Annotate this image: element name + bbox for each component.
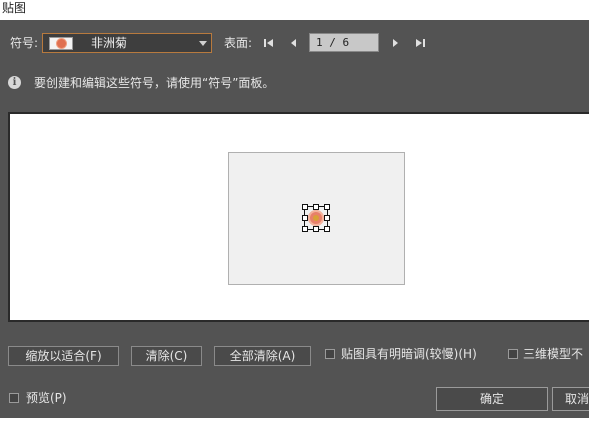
symbol-selected-value: 非洲菊	[91, 36, 128, 50]
first-surface-button[interactable]	[263, 37, 275, 49]
first-page-icon	[264, 39, 273, 47]
resize-handle-right[interactable]	[324, 215, 330, 221]
symbol-label: 符号:	[10, 36, 39, 50]
cancel-button[interactable]: 取消	[552, 387, 589, 411]
surface-page-indicator: 1 / 6	[309, 33, 379, 52]
shade-artwork-label: 贴图具有明暗调(较慢)(H)	[341, 347, 477, 361]
scale-to-fit-button[interactable]: 缩放以适合(F)	[8, 346, 119, 366]
placed-symbol[interactable]	[302, 204, 330, 232]
resize-handle-bottom[interactable]	[313, 226, 319, 232]
resize-handle-bottom-right[interactable]	[324, 226, 330, 232]
next-icon	[393, 39, 398, 47]
window-title: 贴图	[2, 1, 27, 15]
preview-checkbox[interactable]	[9, 393, 19, 403]
african-daisy-icon	[308, 210, 324, 226]
surface-label: 表面:	[224, 36, 253, 50]
resize-handle-left[interactable]	[302, 215, 308, 221]
next-surface-button[interactable]	[389, 37, 401, 49]
resize-handle-top-left[interactable]	[302, 204, 308, 210]
ok-button[interactable]: 确定	[436, 387, 548, 411]
previous-icon	[291, 39, 296, 47]
surface-artboard[interactable]	[228, 152, 405, 285]
previous-surface-button[interactable]	[288, 37, 300, 49]
shade-artwork-checkbox[interactable]	[325, 349, 335, 359]
info-icon: i	[8, 76, 21, 89]
resize-handle-top-right[interactable]	[324, 204, 330, 210]
chevron-down-icon	[199, 41, 207, 46]
last-page-icon	[416, 39, 425, 47]
preview-label: 预览(P)	[26, 391, 67, 405]
window-title-bar: 贴图	[0, 0, 589, 20]
bottom-edge	[0, 418, 589, 425]
last-surface-button[interactable]	[414, 37, 426, 49]
resize-handle-top[interactable]	[313, 204, 319, 210]
symbol-dropdown[interactable]: 非洲菊	[42, 33, 212, 53]
invisible-geometry-checkbox[interactable]	[508, 349, 518, 359]
clear-all-button[interactable]: 全部清除(A)	[214, 346, 311, 366]
clear-button[interactable]: 清除(C)	[131, 346, 202, 366]
invisible-geometry-label: 三维模型不	[523, 347, 584, 361]
map-art-preview-area[interactable]	[8, 112, 589, 322]
african-daisy-symbol-icon	[49, 37, 73, 50]
symbol-surface-row: 符号: 非洲菊 表面: 1 / 6	[0, 33, 589, 55]
resize-handle-bottom-left[interactable]	[302, 226, 308, 232]
info-text: 要创建和编辑这些符号，请使用“符号”面板。	[34, 76, 275, 90]
